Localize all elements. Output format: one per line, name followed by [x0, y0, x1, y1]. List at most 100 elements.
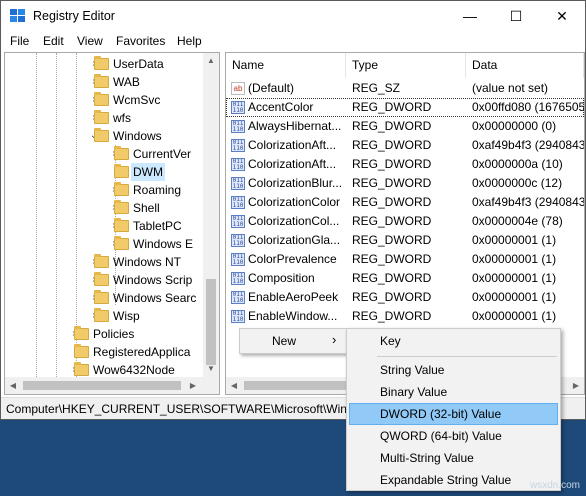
menu-item-multi-string-value[interactable]: Multi-String Value: [349, 447, 558, 469]
title-bar[interactable]: Registry Editor — ☐ ✕: [1, 1, 585, 31]
value-name: ColorizationGla...: [248, 233, 341, 247]
binary-value-icon: 011 110: [231, 196, 245, 209]
scrollbar-thumb[interactable]: [23, 381, 181, 390]
tree-item-label: Windows Searc: [113, 291, 197, 305]
value-row[interactable]: 011 110 ColorizationColor REG_DWORD 0xaf49b4…: [226, 193, 584, 212]
close-button[interactable]: ✕: [539, 1, 585, 31]
value-name: AlwaysHibernat...: [248, 119, 342, 133]
binary-value-icon: 011 110: [231, 177, 245, 190]
tree-item-label: Windows NT: [113, 255, 182, 269]
menu-edit[interactable]: Edit: [43, 34, 64, 48]
value-row[interactable]: 011 110 EnableWindow... REG_DWORD 0x00000001…: [226, 307, 584, 326]
menu-bar: File Edit View Favorites Help: [1, 31, 585, 51]
value-row[interactable]: 011 110 ColorPrevalence REG_DWORD 0x00000001…: [226, 250, 584, 269]
tree-item-label: wfs: [113, 111, 131, 125]
menu-item-string-value[interactable]: String Value: [349, 359, 558, 381]
new-menu-label: New: [272, 334, 297, 348]
folder-icon: [114, 164, 129, 178]
binary-value-icon: 011 110: [231, 120, 245, 133]
value-data: 0x00000000 (0): [472, 119, 557, 133]
tree-horizontal-scrollbar[interactable]: ◀ ▶: [5, 377, 219, 394]
folder-icon: [114, 218, 129, 232]
scroll-left-arrow-icon[interactable]: ◀: [226, 377, 242, 394]
menu-item-dword-value[interactable]: DWORD (32-bit) Value: [349, 403, 558, 425]
value-name: ColorizationBlur...: [248, 176, 343, 190]
folder-icon: [94, 92, 109, 106]
tree-item-label: CurrentVer: [133, 147, 192, 161]
tree-item-label: Policies: [93, 327, 135, 341]
scroll-down-arrow-icon[interactable]: ▼: [203, 361, 219, 377]
value-type: REG_DWORD: [352, 119, 432, 133]
folder-icon: [94, 56, 109, 70]
menu-item-expandable-string-value[interactable]: Expandable String Value: [349, 469, 558, 491]
value-data: 0x00ffd080 (16765056: [472, 100, 585, 114]
value-data: 0x00000001 (1): [472, 271, 557, 285]
tree-item-label: RegisteredApplica: [93, 345, 191, 359]
watermark-text: wsxdn.com: [530, 480, 581, 491]
value-type: REG_DWORD: [352, 195, 432, 209]
folder-icon: [74, 344, 89, 358]
scroll-up-arrow-icon[interactable]: ▲: [203, 53, 219, 69]
value-data: 0x00000001 (1): [472, 252, 557, 266]
value-row[interactable]: ab (Default) REG_SZ (value not set): [226, 79, 584, 98]
menu-favorites[interactable]: Favorites: [116, 34, 165, 48]
tree-item-label: Shell: [133, 201, 160, 215]
value-row[interactable]: 011 110 ColorizationAft... REG_DWORD 0xaf49b…: [226, 136, 584, 155]
value-name: ColorizationAft...: [248, 157, 337, 171]
value-data: 0x00000001 (1): [472, 309, 557, 323]
key-tree-pane[interactable]: ›UserData ›WAB ›WcmSvc ›wfs ⌄Windows ›Cu…: [4, 52, 220, 395]
column-header-data[interactable]: Data: [466, 53, 584, 78]
binary-value-icon: 011 110: [231, 215, 245, 228]
value-row[interactable]: 011 110 AccentColor REG_DWORD 0x00ffd080 (16…: [226, 98, 584, 117]
value-row[interactable]: 011 110 AlwaysHibernat... REG_DWORD 0x000000…: [226, 117, 584, 136]
menu-item-key[interactable]: Key: [349, 330, 558, 352]
value-row[interactable]: 011 110 ColorizationAft... REG_DWORD 0x00000…: [226, 155, 584, 174]
new-submenu: Key String Value Binary Value DWORD (32-…: [346, 328, 561, 491]
value-row[interactable]: 011 110 ColorizationBlur... REG_DWORD 0x0000…: [226, 174, 584, 193]
value-row[interactable]: 011 110 ColorizationCol... REG_DWORD 0x00000…: [226, 212, 584, 231]
tree-item-label: WAB: [113, 75, 140, 89]
context-menu-new-item[interactable]: New ›: [239, 328, 347, 354]
folder-icon: [74, 326, 89, 340]
window-title: Registry Editor: [33, 9, 115, 23]
scroll-left-arrow-icon[interactable]: ◀: [5, 377, 21, 394]
value-type: REG_DWORD: [352, 290, 432, 304]
value-data: 0x0000004e (78): [472, 214, 563, 228]
folder-icon: [94, 290, 109, 304]
value-name: ColorizationAft...: [248, 138, 337, 152]
value-name: EnableWindow...: [248, 309, 338, 323]
folder-icon: [94, 110, 109, 124]
menu-file[interactable]: File: [10, 34, 29, 48]
value-type: REG_SZ: [352, 81, 401, 95]
scroll-right-arrow-icon[interactable]: ▶: [185, 377, 201, 394]
tree-item-label: UserData: [113, 57, 164, 71]
folder-icon: [94, 74, 109, 88]
folder-icon: [114, 200, 129, 214]
column-header-type[interactable]: Type: [346, 53, 466, 78]
menu-item-qword-value[interactable]: QWORD (64-bit) Value: [349, 425, 558, 447]
column-header-name[interactable]: Name: [226, 53, 346, 78]
value-name: EnableAeroPeek: [248, 290, 339, 304]
value-row[interactable]: 011 110 Composition REG_DWORD 0x00000001 (1): [226, 269, 584, 288]
folder-icon: [94, 128, 109, 142]
value-type: REG_DWORD: [352, 252, 432, 266]
tree-item-label: DWM: [131, 163, 165, 181]
minimize-button[interactable]: —: [447, 1, 493, 31]
tree-item-label: Windows E: [133, 237, 194, 251]
menu-help[interactable]: Help: [177, 34, 202, 48]
tree-vertical-scrollbar[interactable]: ▲ ▼: [203, 53, 219, 377]
menu-item-binary-value[interactable]: Binary Value: [349, 381, 558, 403]
folder-icon: [94, 254, 109, 268]
value-row[interactable]: 011 110 ColorizationGla... REG_DWORD 0x00000…: [226, 231, 584, 250]
value-row[interactable]: 011 110 EnableAeroPeek REG_DWORD 0x00000001 …: [226, 288, 584, 307]
value-type: REG_DWORD: [352, 138, 432, 152]
value-name: ColorizationColor: [248, 195, 341, 209]
value-data: 0x00000001 (1): [472, 290, 557, 304]
scroll-right-arrow-icon[interactable]: ▶: [568, 377, 584, 394]
value-data: (value not set): [472, 81, 549, 95]
registry-app-icon: [10, 9, 25, 22]
scrollbar-thumb[interactable]: [206, 279, 216, 365]
value-type: REG_DWORD: [352, 157, 432, 171]
menu-view[interactable]: View: [77, 34, 103, 48]
maximize-button[interactable]: ☐: [493, 1, 539, 31]
